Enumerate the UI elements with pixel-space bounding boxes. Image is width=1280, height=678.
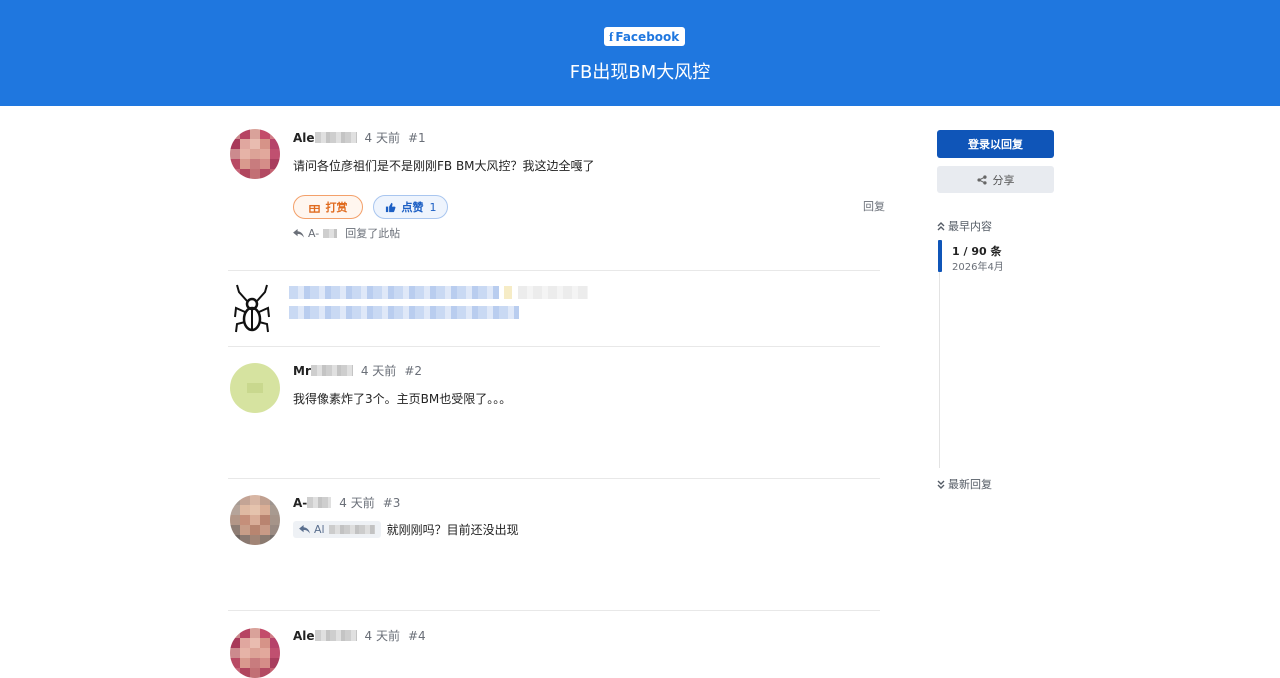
- like-button[interactable]: 点赞 1: [373, 195, 448, 219]
- post-content: 就刚刚吗？目前还没出现: [386, 523, 519, 537]
- divider: [228, 610, 880, 611]
- tip-button[interactable]: 打赏: [293, 195, 363, 219]
- avatar[interactable]: [230, 495, 280, 545]
- share-icon: [976, 174, 987, 185]
- jump-to-newest[interactable]: 最新回复: [937, 476, 992, 492]
- divider: [228, 478, 880, 479]
- timeline-track[interactable]: [939, 240, 940, 468]
- like-count: 1: [429, 200, 437, 214]
- post-3: A- 4 天前 #3 Al 就刚刚吗？目前还没出现: [228, 493, 880, 608]
- double-chevron-up-icon: [937, 221, 945, 230]
- reply-icon: [293, 228, 304, 238]
- category-tag-label: Facebook: [615, 29, 680, 44]
- post-meta: Ale 4 天前 #4: [293, 627, 426, 644]
- spider-icon: [234, 284, 270, 333]
- post-meta: Mr 4 天前 #2: [293, 362, 422, 379]
- post-meta: Ale 4 天前 #1: [293, 129, 426, 146]
- redacted-username: [323, 228, 338, 238]
- tip-label: 打赏: [325, 201, 348, 214]
- quoted-username: Al: [314, 523, 325, 536]
- replied-username: A-: [308, 226, 320, 240]
- post-2: Mr 4 天前 #2 我得像素炸了3个。主页BM也受限了。。。: [228, 361, 880, 476]
- post-date[interactable]: 4 天前: [339, 494, 374, 511]
- thumbs-up-icon: [385, 202, 395, 212]
- share-label: 分享: [992, 173, 1015, 187]
- post-meta: A- 4 天前 #3: [293, 494, 400, 511]
- divider: [228, 270, 880, 271]
- redacted-username: [307, 497, 332, 508]
- login-to-reply-button[interactable]: 登录以回复: [937, 130, 1054, 158]
- post-date[interactable]: 4 天前: [365, 627, 400, 644]
- redacted-username: [310, 365, 353, 376]
- post-content-row: Al 就刚刚吗？目前还没出现: [293, 521, 519, 538]
- replied-by[interactable]: A- 回复了此帖: [293, 225, 400, 241]
- oldest-label: 最早内容: [948, 220, 992, 233]
- reply-icon: [299, 525, 310, 534]
- topic-header: f Facebook FB出现BM大风控: [0, 0, 1280, 106]
- post-number[interactable]: #4: [408, 629, 426, 643]
- post-number[interactable]: #1: [408, 131, 426, 145]
- jump-to-oldest[interactable]: 最早内容: [937, 218, 992, 234]
- like-label: 点赞: [401, 201, 424, 214]
- promo-banner[interactable]: [228, 272, 880, 346]
- quoted-reply[interactable]: Al: [293, 521, 381, 538]
- divider: [228, 346, 880, 347]
- post-content: 请问各位彦祖们是不是刚刚FB BM大风控？我这边全嘎了: [293, 159, 595, 173]
- gift-icon: [308, 204, 320, 213]
- post-1: Ale 4 天前 #1 请问各位彦祖们是不是刚刚FB BM大风控？我这边全嘎了 …: [228, 128, 885, 268]
- post-number[interactable]: #3: [383, 496, 401, 510]
- share-button[interactable]: 分享: [937, 166, 1054, 193]
- avatar[interactable]: [230, 628, 280, 678]
- replied-text: 回复了此帖: [345, 227, 401, 240]
- post-content: 我得像素炸了3个。主页BM也受限了。。。: [293, 392, 512, 406]
- topic-title: FB出现BM大风控: [569, 62, 711, 83]
- username[interactable]: Ale: [293, 629, 315, 643]
- newest-label: 最新回复: [948, 478, 992, 491]
- timeline-date: 2026年4月: [952, 262, 1004, 273]
- username[interactable]: Mr: [293, 364, 311, 378]
- redacted-text: [289, 286, 499, 299]
- reply-button[interactable]: 回复: [863, 198, 885, 214]
- category-tag[interactable]: f Facebook: [604, 27, 686, 46]
- double-chevron-down-icon: [937, 480, 945, 489]
- redacted-text: [289, 306, 519, 319]
- redacted-username: [314, 630, 357, 641]
- redacted-text: [518, 286, 588, 299]
- post-number[interactable]: #2: [404, 364, 422, 378]
- username[interactable]: A-: [293, 496, 307, 510]
- avatar[interactable]: [230, 363, 280, 413]
- post-4: Ale 4 天前 #4: [228, 626, 880, 678]
- post-date[interactable]: 4 天前: [361, 362, 396, 379]
- redacted-text: [504, 286, 512, 299]
- redacted-username: [328, 525, 375, 534]
- redacted-username: [314, 132, 357, 143]
- avatar[interactable]: [230, 129, 280, 179]
- facebook-icon: f: [609, 28, 614, 44]
- timeline-position: 1 / 90 条: [952, 245, 1002, 258]
- post-date[interactable]: 4 天前: [365, 129, 400, 146]
- timeline-handle[interactable]: [938, 240, 942, 272]
- username[interactable]: Ale: [293, 131, 315, 145]
